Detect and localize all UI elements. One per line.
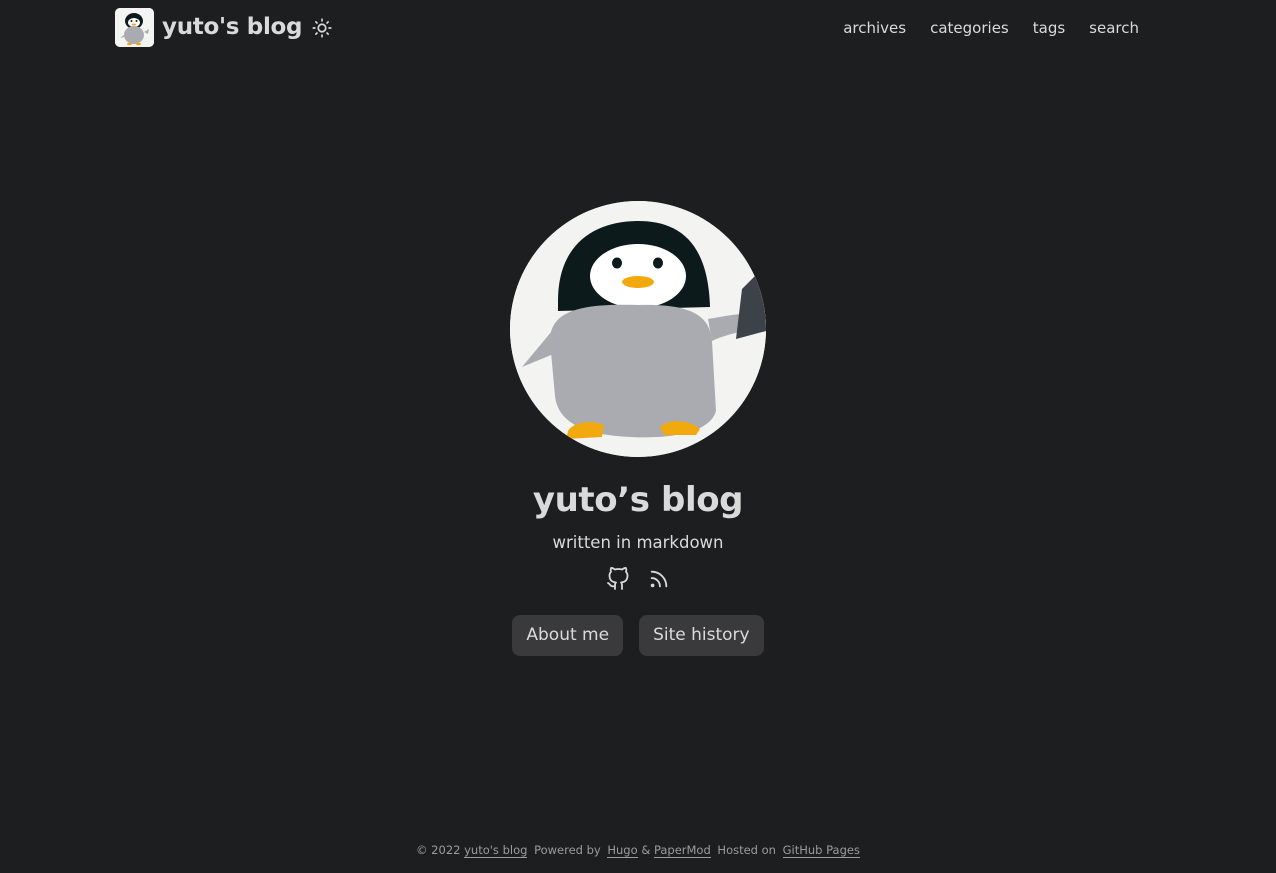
profile-section: yuto’s blog written in markdown About me…	[0, 201, 1276, 656]
rss-link[interactable]	[648, 568, 670, 590]
menu-link-categories[interactable]: categories	[930, 19, 1009, 37]
site-footer: © 2022 yuto's blog Powered by Hugo & Pap…	[0, 841, 1276, 859]
footer-papermod-link[interactable]: PaperMod	[653, 843, 711, 858]
menu-item-tags: tags	[1033, 16, 1065, 40]
menu-item-search: search	[1089, 16, 1139, 40]
penguin-avatar-icon	[510, 201, 766, 457]
social-icons	[0, 564, 1276, 594]
theme-toggle-button[interactable]	[311, 17, 333, 39]
footer-site-link[interactable]: yuto's blog	[464, 843, 528, 858]
site-header: yuto's blog archives categories tags sea…	[0, 0, 1276, 58]
main-menu: archives categories tags search	[843, 16, 1139, 40]
profile-subtitle: written in markdown	[552, 533, 724, 552]
menu-item-categories: categories	[930, 16, 1009, 40]
github-icon	[607, 567, 629, 590]
menu-item-archives: archives	[843, 16, 906, 40]
menu-link-archives[interactable]: archives	[843, 19, 906, 37]
footer-hugo-link[interactable]: Hugo	[607, 843, 638, 858]
profile-title: yuto’s blog	[532, 480, 744, 520]
rss-icon	[650, 570, 668, 588]
github-link[interactable]	[606, 566, 630, 592]
footer-github-pages-link[interactable]: GitHub Pages	[782, 843, 860, 858]
menu-link-tags[interactable]: tags	[1033, 19, 1065, 37]
footer-ampersand: &	[641, 843, 651, 857]
sun-icon	[312, 17, 332, 38]
logo-group: yuto's blog	[115, 8, 333, 47]
footer-powered-by: Powered by	[534, 843, 601, 857]
profile-buttons: About me Site history	[0, 615, 1276, 656]
penguin-logo-icon	[115, 8, 154, 47]
site-history-button[interactable]: Site history	[639, 615, 764, 656]
menu-link-search[interactable]: search	[1089, 19, 1139, 37]
about-me-button[interactable]: About me	[512, 615, 624, 656]
footer-hosted-on: Hosted on	[717, 843, 776, 857]
profile-avatar	[510, 201, 766, 457]
site-title-link[interactable]: yuto's blog	[162, 8, 303, 47]
site-logo[interactable]	[115, 8, 154, 47]
footer-copyright: © 2022	[416, 843, 461, 857]
